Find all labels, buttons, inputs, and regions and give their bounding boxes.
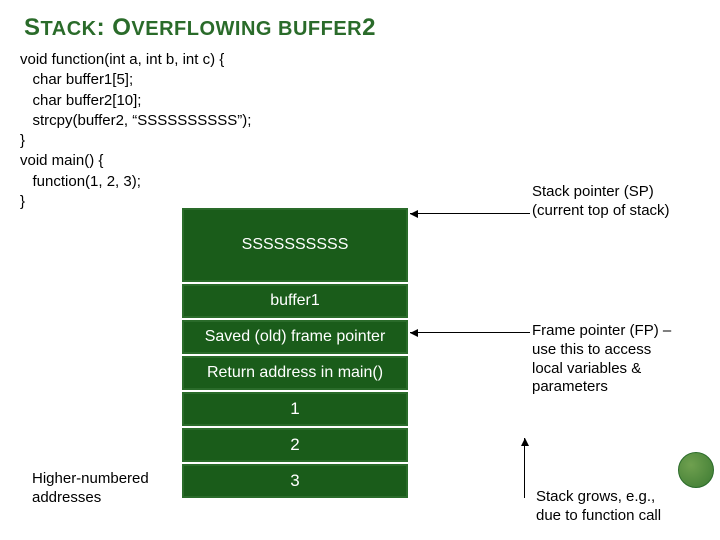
- code-line: void main() {: [20, 151, 720, 171]
- title-p3: : O: [97, 14, 132, 41]
- stack-box-param1: 1: [182, 392, 408, 426]
- stack-box-ret: Return address in main(): [182, 356, 408, 390]
- fp-label: Frame pointer (FP) – use this to access …: [532, 322, 671, 397]
- title-p5: BUFFER: [272, 18, 362, 40]
- title-p4: VERFLOWING: [131, 18, 272, 40]
- higher-addr-label: Higher-numbered addresses: [32, 470, 149, 508]
- stack-diagram: SSSSSSSSSS buffer1 Saved (old) frame poi…: [182, 208, 408, 500]
- sp-arrow: [410, 213, 530, 214]
- code-line: strcpy(buffer2, “SSSSSSSSSS”);: [20, 111, 720, 131]
- sp-label: Stack pointer (SP) (current top of stack…: [532, 183, 670, 221]
- title-p1: S: [24, 14, 41, 41]
- stack-box-param3: 3: [182, 464, 408, 498]
- code-line: char buffer2[10];: [20, 91, 720, 111]
- growth-arrow: [524, 438, 525, 498]
- stack-box-buffer2: SSSSSSSSSS: [182, 208, 408, 282]
- code-line: void function(int a, int b, int c) {: [20, 50, 720, 70]
- fp-arrow: [410, 332, 530, 333]
- title-p6: 2: [362, 14, 376, 41]
- slide-title: STACK: OVERFLOWING BUFFER2: [0, 0, 720, 42]
- code-line: }: [20, 131, 720, 151]
- growth-label: Stack grows, e.g., due to function call: [536, 488, 661, 526]
- code-line: char buffer1[5];: [20, 70, 720, 90]
- decorative-circle-icon: [678, 452, 714, 488]
- stack-box-sfp: Saved (old) frame pointer: [182, 320, 408, 354]
- stack-box-param2: 2: [182, 428, 408, 462]
- title-p2: TACK: [41, 18, 97, 40]
- stack-box-buffer1: buffer1: [182, 284, 408, 318]
